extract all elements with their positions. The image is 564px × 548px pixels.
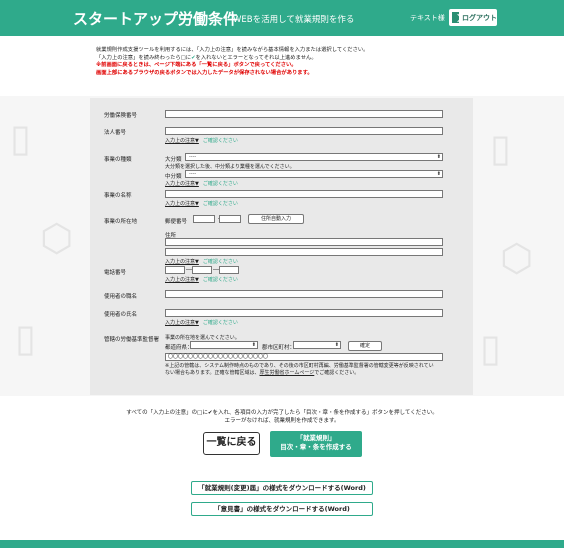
bureau-note: ※上記の管轄は、システム制作時点のものであり、その後の市区町村再編、労働基準監督… [165, 363, 434, 376]
input-notice-helper[interactable]: 入力上の注意▼ ご確認ください [165, 180, 238, 187]
document-deco-icon: ⬡ [500, 236, 534, 280]
document-deco-icon: ⬡ [40, 216, 74, 260]
employer-name-input[interactable] [165, 309, 443, 317]
major-class-hint: 大分類を選択した後、中分類より業種を選んでください。 [165, 164, 295, 170]
business-type-label: 事業の種類 [104, 157, 132, 163]
warning-line2: 画面上部にあるブラウザの戻るボタンでは入力したデータが保存されない場合があります… [96, 69, 313, 76]
phone-first-input[interactable] [165, 266, 185, 274]
logout-label: ログアウト [462, 13, 497, 22]
corp-number-label: 法人番号 [104, 130, 127, 136]
header-bar: スタートアップ労働条件 WEBを活用して就業規則を作る テキスト様 ログアウト [0, 0, 564, 36]
prefecture-select[interactable] [190, 341, 258, 349]
input-notice-helper[interactable]: 入力上の注意▼ ご確認ください [165, 319, 238, 326]
labor-insurance-input[interactable] [165, 110, 443, 118]
phone-third-input[interactable] [219, 266, 239, 274]
bureau-label: 管轄の労働基準監督署 [104, 337, 160, 343]
postal-code-label: 郵便番号 [165, 219, 188, 225]
major-class-select[interactable]: ---- [185, 153, 443, 161]
city-label: 郡市区町村： [262, 345, 296, 351]
input-notice-helper[interactable]: 入力上の注意▼ ご確認ください [165, 258, 238, 265]
document-deco-icon: ▯ [480, 326, 501, 370]
footer-bar [0, 540, 564, 548]
middle-class-label: 中分類 [165, 174, 182, 180]
header-tagline: WEBを活用して就業規則を作る [233, 15, 355, 25]
bottom-instruction-2: エラーがなければ、就業規則を作成できます。 [224, 418, 340, 424]
document-deco-icon: ▯ [10, 116, 31, 160]
input-notice-helper[interactable]: 入力上の注意▼ ご確認ください [165, 137, 238, 144]
employer-title-label: 使用者の職名 [104, 294, 138, 300]
labor-insurance-label: 労働保険番号 [104, 113, 138, 119]
download-opinion-form-button[interactable]: 「意見書」の様式をダウンロードする(Word) [191, 502, 373, 516]
address-line1-input[interactable] [165, 238, 443, 246]
phone-label: 電話番号 [104, 270, 127, 276]
prefecture-label: 都道府県： [165, 345, 193, 351]
brand-title: スタートアップ労働条件 [73, 10, 239, 28]
input-notice-helper[interactable]: 入力上の注意▼ ご確認ください [165, 200, 238, 207]
create-toc-button[interactable]: 「就業規則」 目次・章・条を作成する [270, 431, 362, 457]
employer-title-input[interactable] [165, 290, 443, 298]
document-deco-icon: ▯ [15, 316, 36, 360]
user-name: テキスト様 [410, 14, 445, 22]
confirm-bureau-button[interactable]: 確定 [348, 341, 382, 351]
business-name-label: 事業の名称 [104, 193, 132, 199]
location-label: 事業の所在地 [104, 219, 138, 225]
bureau-select-hint: 事業の所在地を選んでください。 [165, 335, 240, 341]
middle-class-select[interactable]: ---- [185, 170, 443, 178]
warning-line1: ※前画面に戻るときは、ページ下端にある「一覧に戻る」ボタンで戻ってください。 [96, 62, 297, 69]
intro-line1: 就業規則作成支援ツールを利用するには、「入力上の注意」を読みながら基本情報を入力… [96, 47, 369, 53]
postal-code-second-input[interactable] [219, 215, 241, 223]
employer-name-label: 使用者の氏名 [104, 312, 138, 318]
postal-code-first-input[interactable] [193, 215, 215, 223]
phone-second-input[interactable] [192, 266, 212, 274]
business-name-input[interactable] [165, 190, 443, 198]
major-class-label: 大分類 [165, 157, 182, 163]
document-deco-icon: ▯ [490, 126, 511, 170]
city-select[interactable] [293, 341, 341, 349]
input-notice-helper[interactable]: 入力上の注意▼ ご確認ください [165, 276, 238, 283]
bottom-instruction-1: すべての「入力上の注意」の□に✔を入れ、各項目の入力が完了したら「目次・章・条を… [126, 410, 438, 416]
address-line2-input[interactable] [165, 248, 443, 256]
back-to-list-button[interactable]: 一覧に戻る [203, 432, 260, 455]
mhlw-link[interactable]: 厚生労働省ホームページ [260, 370, 315, 376]
corp-number-input[interactable] [165, 127, 443, 135]
logout-button[interactable]: ログアウト [449, 9, 497, 26]
logout-icon [452, 12, 459, 23]
bureau-value: 〇〇〇〇〇〇〇〇〇〇〇〇〇〇〇〇〇〇〇〇 [165, 353, 443, 361]
intro-text: 就業規則作成支援ツールを利用するには、「入力上の注意」を読みながら基本情報を入力… [96, 47, 496, 77]
download-change-form-button[interactable]: 「就業規則(変更)届」の様式をダウンロードする(Word) [191, 481, 373, 495]
auto-address-button[interactable]: 住所自動入力 [248, 214, 304, 224]
